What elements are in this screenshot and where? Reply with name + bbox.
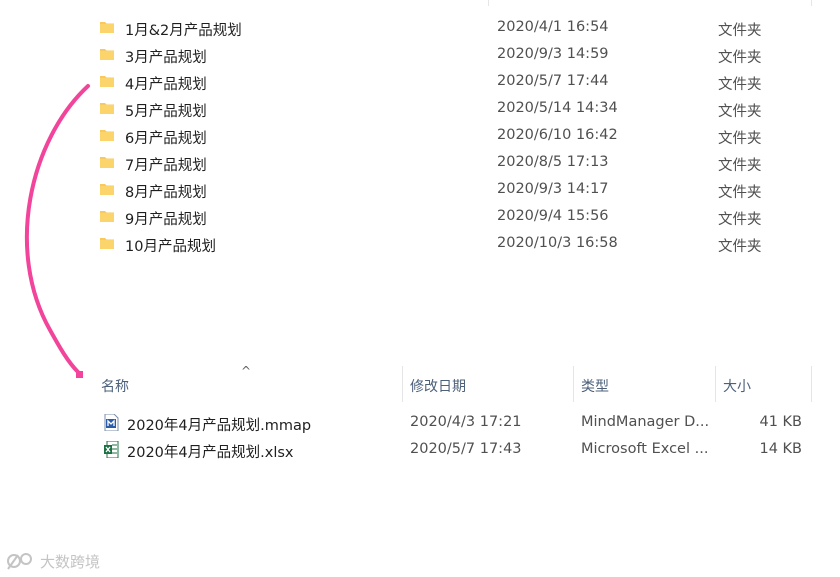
folder-icon: [100, 211, 114, 222]
folder-list: 1月&2月产品规划 2020/4/1 16:54 文件夹 3月产品规划 2020…: [0, 15, 840, 258]
arrow-head: [76, 371, 83, 378]
column-separator[interactable]: [402, 366, 403, 402]
file-date: 2020/5/7 17:43: [410, 441, 522, 457]
folder-name: 5月产品规划: [125, 104, 207, 120]
file-size: 41 KB: [759, 414, 802, 430]
watermark-logo-icon: [7, 553, 32, 570]
folder-type: 文件夹: [718, 50, 762, 66]
folder-row[interactable]: 5月产品规划 2020/5/14 14:34 文件夹: [0, 96, 840, 123]
column-separator[interactable]: [811, 366, 812, 402]
folder-name: 3月产品规划: [125, 50, 207, 66]
folder-type: 文件夹: [718, 131, 762, 147]
folder-type: 文件夹: [718, 239, 762, 255]
folder-name: 10月产品规划: [125, 239, 216, 255]
folder-name: 7月产品规划: [125, 158, 207, 174]
file-row[interactable]: 2020年4月产品规划.xlsx 2020/5/7 17:43 Microsof…: [0, 437, 840, 464]
file-name: 2020年4月产品规划.xlsx: [127, 445, 294, 461]
folder-date: 2020/5/14 14:34: [497, 100, 618, 116]
watermark: 大数跨境: [6, 549, 100, 573]
mindmanager-file-icon: [104, 414, 119, 431]
folder-icon: [100, 103, 114, 114]
folder-name: 6月产品规划: [125, 131, 207, 147]
folder-type: 文件夹: [718, 104, 762, 120]
folder-date: 2020/5/7 17:44: [497, 73, 609, 89]
folder-date: 2020/10/3 16:58: [497, 235, 618, 251]
sort-ascending-icon[interactable]: ^: [241, 364, 251, 378]
column-header-name[interactable]: 名称: [101, 376, 129, 396]
file-row[interactable]: 2020年4月产品规划.mmap 2020/4/3 17:21 MindMana…: [0, 410, 840, 437]
watermark-text: 大数跨境: [40, 552, 101, 571]
folder-row[interactable]: 10月产品规划 2020/10/3 16:58 文件夹: [0, 231, 840, 258]
folder-date: 2020/9/3 14:17: [497, 181, 609, 197]
file-size: 14 KB: [759, 441, 802, 457]
folder-date: 2020/9/3 14:59: [497, 46, 609, 62]
folder-row[interactable]: 3月产品规划 2020/9/3 14:59 文件夹: [0, 42, 840, 69]
folder-type: 文件夹: [718, 77, 762, 93]
column-separator[interactable]: [715, 366, 716, 402]
folder-row[interactable]: 1月&2月产品规划 2020/4/1 16:54 文件夹: [0, 15, 840, 42]
folder-type: 文件夹: [718, 212, 762, 228]
column-header-modified[interactable]: 修改日期: [410, 376, 466, 396]
column-header-type[interactable]: 类型: [581, 376, 609, 396]
folder-icon: [100, 184, 114, 195]
folder-row[interactable]: 6月产品规划 2020/6/10 16:42 文件夹: [0, 123, 840, 150]
folder-name: 4月产品规划: [125, 77, 207, 93]
file-date: 2020/4/3 17:21: [410, 414, 522, 430]
file-name: 2020年4月产品规划.mmap: [127, 418, 312, 434]
column-separator: [811, 0, 812, 6]
folder-date: 2020/8/5 17:13: [497, 154, 609, 170]
folder-date: 2020/6/10 16:42: [497, 127, 618, 143]
folder-icon: [100, 49, 114, 60]
column-separator[interactable]: [573, 366, 574, 402]
folder-row[interactable]: 8月产品规划 2020/9/3 14:17 文件夹: [0, 177, 840, 204]
folder-name: 9月产品规划: [125, 212, 207, 228]
folder-icon: [100, 22, 114, 33]
folder-row[interactable]: 7月产品规划 2020/8/5 17:13 文件夹: [0, 150, 840, 177]
folder-type: 文件夹: [718, 23, 762, 39]
folder-icon: [100, 76, 114, 87]
folder-name: 8月产品规划: [125, 185, 207, 201]
file-type: Microsoft Excel ...: [581, 441, 709, 457]
folder-row[interactable]: 4月产品规划 2020/5/7 17:44 文件夹: [0, 69, 840, 96]
folder-icon: [100, 157, 114, 168]
folder-name: 1月&2月产品规划: [125, 23, 242, 39]
folder-icon: [100, 130, 114, 141]
folder-date: 2020/9/4 15:56: [497, 208, 609, 224]
file-type: MindManager D...: [581, 414, 710, 430]
column-header: ^ 名称 修改日期 类型 大小: [85, 364, 812, 402]
column-separator: [488, 0, 489, 6]
folder-date: 2020/4/1 16:54: [497, 19, 609, 35]
folder-type: 文件夹: [718, 158, 762, 174]
excel-file-icon: [104, 441, 119, 458]
folder-type: 文件夹: [718, 185, 762, 201]
folder-row[interactable]: 9月产品规划 2020/9/4 15:56 文件夹: [0, 204, 840, 231]
folder-icon: [100, 238, 114, 249]
column-header-size[interactable]: 大小: [723, 376, 751, 396]
